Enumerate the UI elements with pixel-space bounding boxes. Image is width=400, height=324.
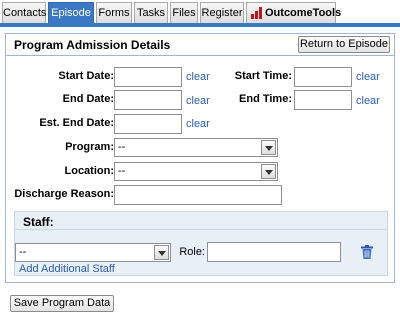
tab-bar-underline (0, 23, 400, 27)
program-selected-value: -- (118, 141, 126, 153)
tab-bar: Contacts Episode Forms Tasks Files Regis… (0, 0, 400, 24)
tab-tasks[interactable]: Tasks (134, 2, 168, 24)
staff-selected-value: -- (19, 246, 27, 258)
staff-select[interactable]: -- (15, 243, 171, 262)
start-date-input[interactable] (114, 67, 182, 87)
end-time-clear-link[interactable]: clear (356, 92, 380, 110)
tab-episode[interactable]: Episode (48, 2, 94, 24)
location-selected-value: -- (118, 165, 126, 177)
program-admission-panel: Program Admission Details Return to Epis… (5, 33, 395, 283)
tab-forms[interactable]: Forms (96, 2, 132, 24)
program-label: Program: (65, 141, 114, 153)
est-end-date-clear-link[interactable]: clear (186, 115, 210, 133)
staff-title: Staff: (23, 215, 54, 229)
chevron-down-icon (154, 245, 169, 260)
tab-outcometools-label: OutcomeTools (265, 7, 342, 19)
start-date-clear-link[interactable]: clear (186, 68, 210, 86)
location-label: Location: (64, 165, 115, 177)
chevron-down-icon (261, 140, 276, 155)
return-to-episode-button[interactable]: Return to Episode (298, 36, 390, 53)
tab-outcometools[interactable]: OutcomeTools (246, 2, 341, 24)
est-end-date-input[interactable] (114, 114, 182, 134)
tab-contacts[interactable]: Contacts (2, 2, 46, 24)
outcometools-logo-icon (251, 7, 262, 19)
end-date-label: End Date: (62, 93, 114, 105)
add-additional-staff-link[interactable]: Add Additional Staff (19, 263, 115, 276)
start-time-input[interactable] (294, 67, 352, 87)
est-end-date-label: Est. End Date: (39, 117, 114, 129)
tab-files[interactable]: Files (170, 2, 198, 24)
end-time-input[interactable] (294, 90, 352, 110)
start-time-clear-link[interactable]: clear (356, 68, 380, 86)
discharge-reason-input[interactable] (114, 185, 282, 205)
panel-title: Program Admission Details (14, 38, 171, 52)
discharge-reason-label: Discharge Reason: (14, 188, 114, 200)
start-date-label: Start Date: (58, 70, 114, 82)
trash-icon[interactable] (361, 245, 373, 259)
staff-section: Staff: -- Role: Add Additional Staff (14, 211, 388, 276)
tab-register[interactable]: Register (200, 2, 244, 24)
role-input[interactable] (207, 242, 341, 262)
end-date-input[interactable] (114, 90, 182, 110)
end-time-label: End Time: (239, 93, 292, 105)
role-label: Role: (179, 246, 205, 258)
program-select[interactable]: -- (114, 138, 278, 157)
save-program-data-button[interactable]: Save Program Data (10, 295, 114, 312)
panel-header: Program Admission Details Return to Epis… (6, 34, 394, 56)
staff-header: Staff: (15, 212, 387, 230)
location-select[interactable]: -- (114, 162, 278, 181)
end-date-clear-link[interactable]: clear (186, 92, 210, 110)
start-time-label: Start Time: (234, 70, 292, 82)
chevron-down-icon (261, 164, 276, 179)
